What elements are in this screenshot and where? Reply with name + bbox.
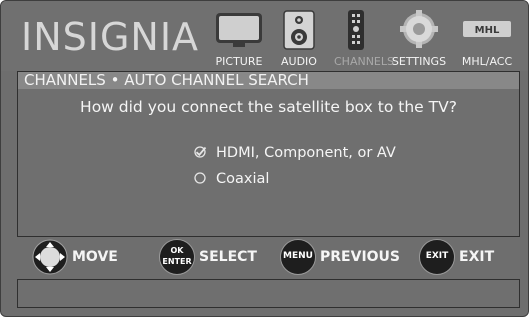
nav-mhl-acc[interactable]: MHL MHL/ACC (457, 7, 517, 69)
nav-mhl-label: MHL/ACC (461, 55, 513, 68)
hint-select-label: SELECT (199, 249, 257, 265)
hint-exit-label: EXIT (459, 249, 495, 265)
nav-audio-label: AUDIO (281, 55, 317, 68)
enter-label: ENTER (162, 257, 192, 266)
menu-panel: CHANNELS • AUTO CHANNEL SEARCH How did y… (17, 71, 520, 237)
nav-channels[interactable]: CHANNELS (334, 7, 394, 69)
menu-btn-text: MENU (283, 251, 313, 261)
hint-move: MOVE (32, 239, 122, 275)
menu-title: CHANNELS • AUTO CHANNEL SEARCH (24, 71, 309, 89)
hint-exit: EXIT EXIT (419, 239, 509, 275)
nav-picture[interactable]: PICTURE (213, 7, 265, 69)
hint-select: OK ENTER SELECT (159, 239, 259, 275)
nav-audio[interactable]: AUDIO (281, 7, 317, 69)
exit-button-icon: EXIT (419, 239, 455, 275)
option-hdmi-label: HDMI, Component, or AV (216, 145, 396, 161)
option-coaxial[interactable]: Coaxial (193, 169, 313, 189)
hint-move-label: MOVE (72, 249, 118, 265)
remote-hints-bar: MOVE OK ENTER SELECT MENU PREVIOUS EXIT … (1, 235, 528, 279)
menu-title-bar: CHANNELS • AUTO CHANNEL SEARCH (18, 72, 519, 89)
hint-previous: MENU PREVIOUS (280, 239, 400, 275)
hint-previous-label: PREVIOUS (320, 249, 401, 265)
menu-button-icon: MENU (280, 239, 316, 275)
ok-label: OK (170, 246, 184, 255)
option-coaxial-label: Coaxial (216, 171, 270, 187)
tv-screen-icon (216, 13, 262, 47)
nav-channels-label: CHANNELS (334, 55, 394, 68)
speaker-icon (283, 10, 315, 50)
brand-logo: INSIGNIA (21, 15, 200, 59)
ok-enter-button-icon: OK ENTER (159, 239, 195, 275)
gear-icon (400, 10, 438, 48)
question-text: How did you connect the satellite box to… (80, 98, 457, 116)
exit-btn-text: EXIT (425, 251, 449, 261)
nav-picture-label: PICTURE (215, 55, 263, 68)
radio-unchecked-icon (194, 172, 206, 184)
mhl-logo-icon: MHL (463, 21, 511, 37)
info-footer-bar (17, 279, 520, 308)
option-hdmi[interactable]: HDMI, Component, or AV (193, 143, 423, 163)
remote-control-icon (348, 10, 364, 50)
dpad-icon (32, 239, 68, 275)
tv-menu-screen: INSIGNIA PICTURE AUDIO CHANNELS SETTINGS… (0, 0, 529, 317)
top-menu-bar: INSIGNIA PICTURE AUDIO CHANNELS SETTINGS… (1, 1, 528, 71)
nav-settings-label: SETTINGS (391, 55, 447, 68)
radio-checked-icon (194, 146, 207, 158)
mhl-logo-text: MHL (475, 25, 500, 36)
nav-settings[interactable]: SETTINGS (392, 7, 446, 69)
